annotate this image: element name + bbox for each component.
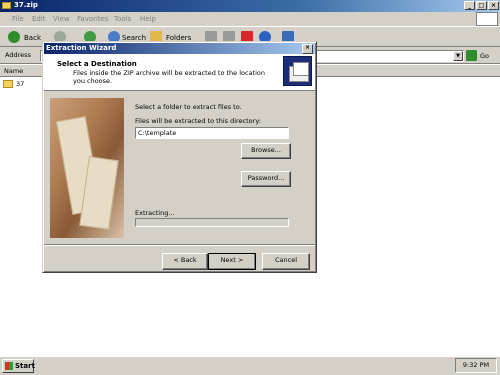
maximize-button[interactable]: □ (476, 1, 487, 10)
menu-favorites[interactable]: Favorites (77, 15, 109, 23)
next-button[interactable]: Next > (208, 253, 256, 270)
go-label: Go (480, 52, 490, 60)
list-item-label: 37 (16, 80, 25, 88)
path-label: Files will be extracted to this director… (135, 117, 261, 125)
cancel-button[interactable]: Cancel (262, 253, 310, 270)
windows-logo-icon (5, 362, 13, 370)
go-arrow-icon (466, 50, 477, 61)
taskbar (0, 356, 500, 375)
windows-logo-icon (476, 12, 498, 26)
zip-folder-icon (283, 56, 312, 86)
back-arrow-icon[interactable] (8, 31, 20, 43)
window-title-bar[interactable]: 37.zip _ □ × (0, 0, 500, 12)
folder-icon (3, 80, 13, 88)
address-label: Address (5, 51, 31, 59)
menu-bar: File Edit View Favorites Tools Help (0, 12, 500, 26)
dialog-close-button[interactable]: × (302, 44, 313, 54)
extraction-progress-bar (135, 218, 289, 227)
password-button[interactable]: Password... (241, 171, 291, 187)
menu-help[interactable]: Help (140, 15, 156, 23)
instruction-text: Select a folder to extract files to. (135, 103, 242, 111)
extracting-label: Extracting... (135, 209, 175, 217)
back-label[interactable]: Back (24, 34, 41, 42)
menu-file[interactable]: File (12, 15, 24, 23)
menu-edit[interactable]: Edit (32, 15, 46, 23)
header-subtitle: Files inside the ZIP archive will be ext… (73, 69, 266, 85)
menu-view[interactable]: View (53, 15, 70, 23)
destination-path-input[interactable]: C:\template (135, 127, 289, 139)
folder-icon (2, 2, 11, 9)
minimize-button[interactable]: _ (464, 1, 475, 10)
start-button[interactable]: Start (2, 359, 35, 373)
window-title: 37.zip (14, 1, 38, 9)
header-title: Select a Destination (57, 60, 137, 68)
start-label: Start (15, 362, 35, 370)
dialog-separator (44, 244, 315, 246)
go-button[interactable]: Go (466, 49, 496, 63)
browse-button[interactable]: Browse... (241, 143, 291, 159)
close-button[interactable]: × (488, 1, 499, 10)
address-dropdown-button[interactable]: ▼ (453, 51, 463, 61)
back-button[interactable]: < Back (162, 253, 208, 270)
menu-tools[interactable]: Tools (114, 15, 131, 23)
list-item[interactable]: 37 (3, 80, 24, 88)
system-clock: 9:32 PM (455, 358, 497, 373)
dialog-title-bar[interactable]: Extraction Wizard × (44, 43, 315, 54)
column-name-label: Name (4, 67, 24, 75)
wizard-side-image (50, 98, 124, 238)
dialog-title: Extraction Wizard (46, 44, 117, 52)
